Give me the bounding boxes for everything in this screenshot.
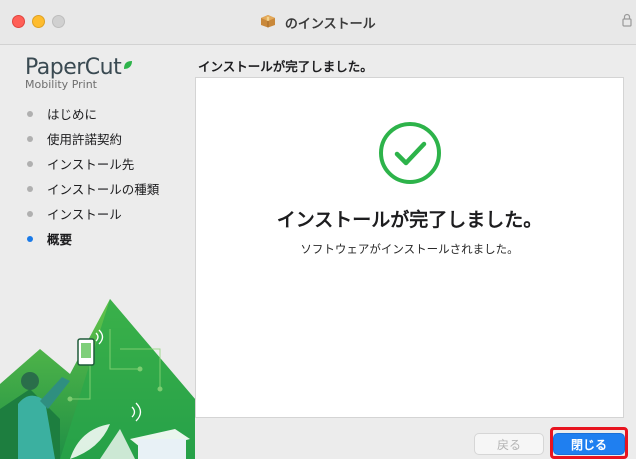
completion-title: インストールが完了しました。 (276, 209, 543, 231)
title-bar[interactable]: のインストール (0, 0, 636, 45)
step-item-installation: インストール (27, 201, 159, 226)
step-list: はじめに 使用許諾契約 インストール先 インストールの種類 インストール 概要 (27, 101, 159, 251)
success-check-icon (378, 122, 441, 184)
step-item-summary: 概要 (27, 226, 159, 251)
installer-window: のインストール PaperCut Mobility Print はじめに 使用許… (0, 0, 636, 459)
step-item-introduction: はじめに (27, 101, 159, 126)
papercut-illustration (0, 299, 195, 459)
step-label: はじめに (47, 107, 98, 122)
success-icon-wrap (196, 120, 623, 190)
brand-logo: PaperCut Mobility Print (25, 55, 132, 91)
lock-icon (622, 12, 632, 31)
close-button[interactable]: 閉じる (553, 433, 625, 455)
leaf-icon (123, 55, 133, 74)
page-heading: インストールが完了しました。 (198, 59, 373, 74)
step-bullet-icon (27, 185, 33, 192)
completion-message: ソフトウェアがインストールされました。 (300, 242, 519, 256)
window-title: のインストール (284, 17, 376, 32)
step-bullet-icon (27, 135, 33, 142)
back-button[interactable]: 戻る (474, 433, 544, 455)
window-title-group: のインストール (0, 13, 636, 32)
step-label: 概要 (47, 232, 73, 247)
brand-name: PaperCut (25, 55, 122, 80)
summary-panel: インストールが完了しました。 ソフトウェアがインストールされました。 (195, 77, 624, 418)
sidebar: PaperCut Mobility Print はじめに 使用許諾契約 インスト… (0, 45, 195, 459)
step-label: インストール (47, 207, 122, 222)
step-label: インストール先 (47, 157, 135, 172)
step-bullet-icon (27, 235, 33, 242)
step-label: インストールの種類 (47, 182, 160, 197)
step-item-license: 使用許諾契約 (27, 126, 159, 151)
step-label: 使用許諾契約 (47, 132, 123, 147)
step-item-install-type: インストールの種類 (27, 176, 159, 201)
step-item-destination: インストール先 (27, 151, 159, 176)
step-bullet-icon (27, 160, 33, 167)
package-icon (260, 14, 276, 32)
step-bullet-icon (27, 110, 33, 117)
step-bullet-icon (27, 210, 33, 217)
